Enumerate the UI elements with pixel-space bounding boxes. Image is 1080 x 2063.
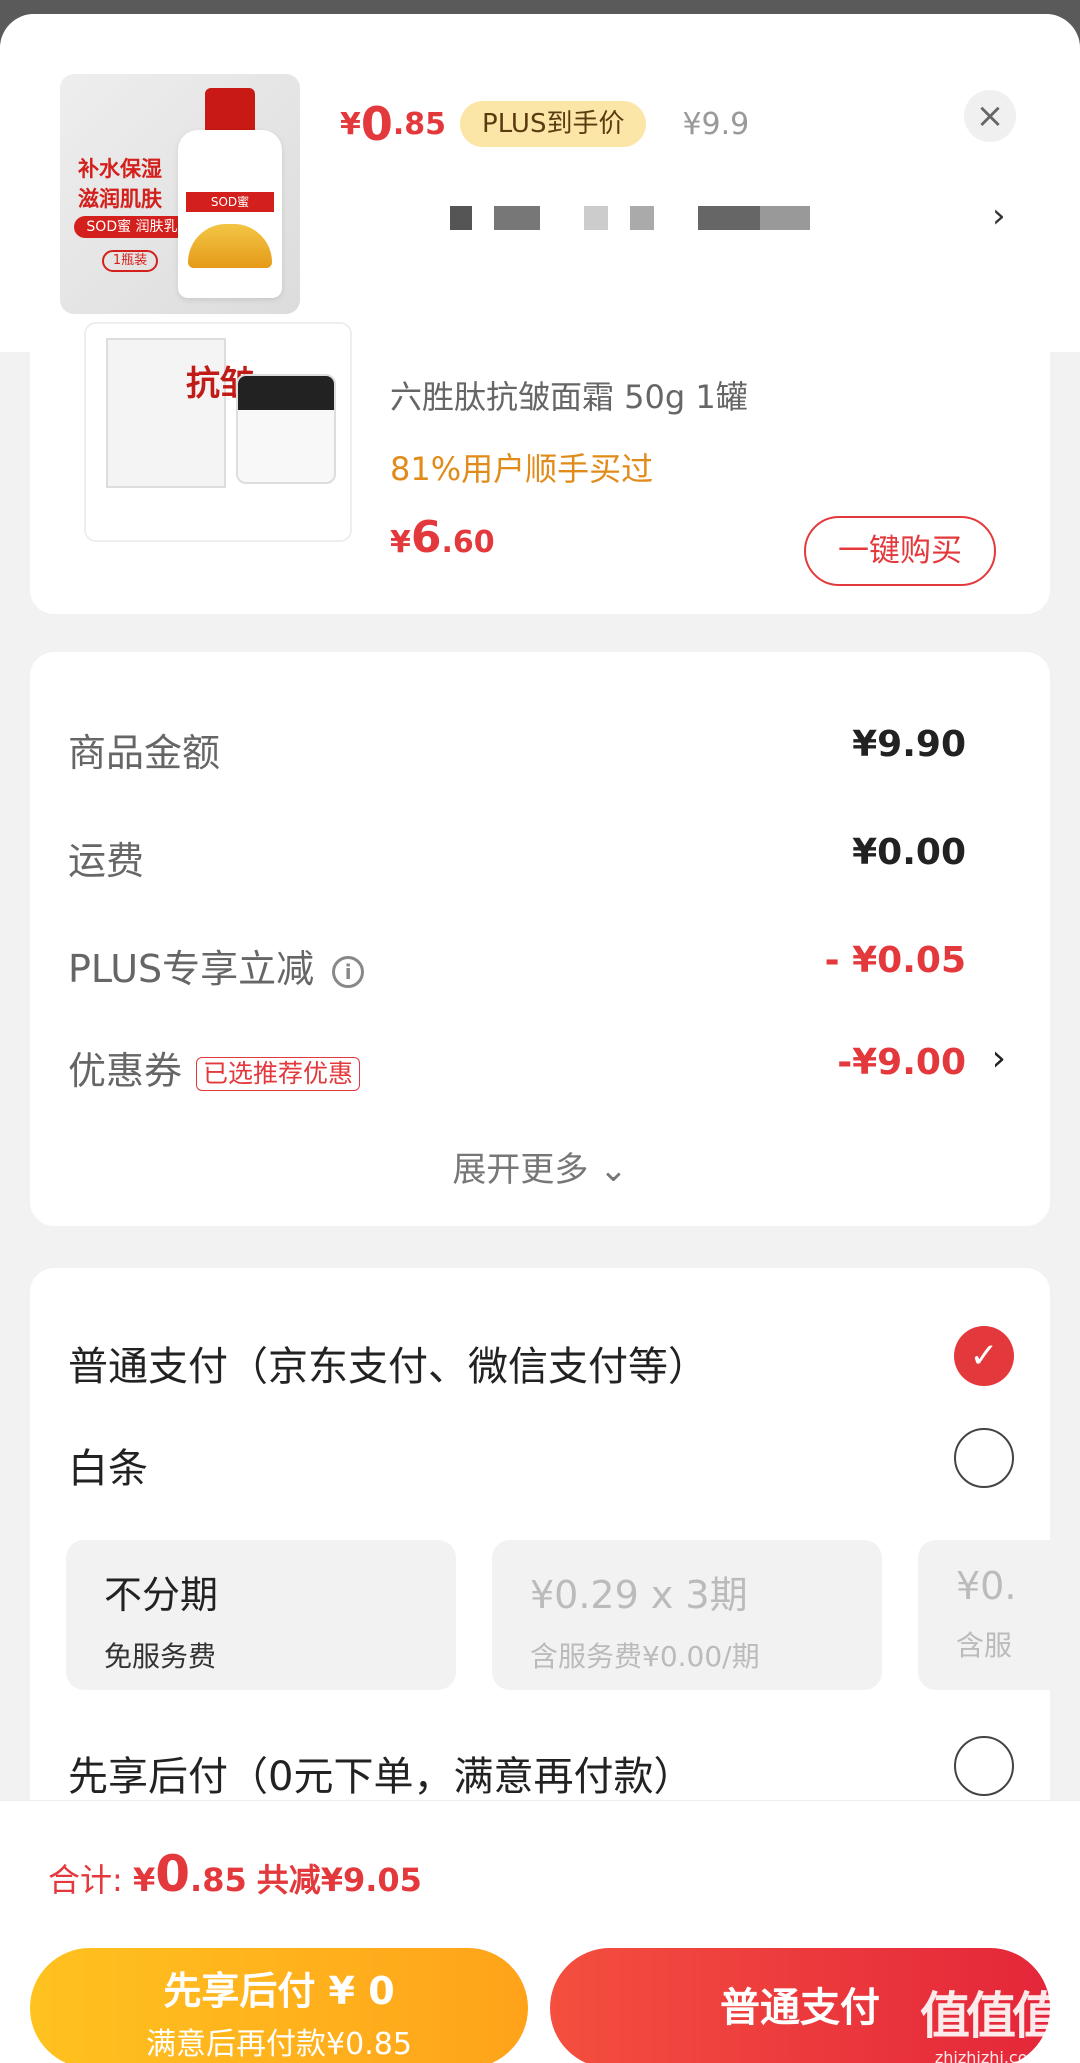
payment-method-card: 普通支付（京东支付、微信支付等） ✓ 白条 不分期 免服务费 ¥0.29 x 3… xyxy=(30,1268,1050,1808)
expand-more-button[interactable]: 展开更多 ⌄ xyxy=(30,1142,1050,1191)
cream-jar xyxy=(236,374,336,484)
product-header: 补水保湿 滋润肌肤 SOD蜜 润肤乳 1瓶装 SOD蜜 ¥ 0 .85 PLUS… xyxy=(0,14,1080,352)
installment-main: 不分期 xyxy=(104,1573,219,1617)
watermark-url: zhizhizhi.com xyxy=(934,2048,1044,2063)
recommend-price-currency: ¥ xyxy=(390,525,411,560)
total-label: 合计: xyxy=(48,1861,133,1899)
pay-later-button[interactable]: 先享后付 ¥ 0 满意后再付款¥0.85 xyxy=(30,1948,528,2063)
pay-later-label: 先享后付（0元下单，满意再付款） xyxy=(68,1754,694,1800)
installment-sub: 含服务费¥0.00/期 xyxy=(530,1640,760,1673)
price-integer: 0 xyxy=(360,97,393,151)
order-total: 合计: ¥0.85 共减¥9.05 xyxy=(48,1845,422,1903)
total-decimal: .85 xyxy=(190,1861,247,1899)
plus-price-badge: PLUS到手价 xyxy=(460,101,647,147)
action-bar: 先享后付 ¥ 0 满意后再付款¥0.85 普通支付 xyxy=(0,1930,1080,2063)
product-box xyxy=(106,338,226,488)
installment-main: ¥0.29 x 3期 xyxy=(530,1573,748,1617)
radio-unchecked[interactable] xyxy=(954,1428,1014,1488)
order-summary-card: 商品金额 ¥9.90 运费 ¥0.00 PLUS专享立减 i - ¥0.05 优惠… xyxy=(30,652,1050,1226)
recommend-price-decimal: .60 xyxy=(441,525,495,560)
recommend-product-image[interactable]: 抗皱 xyxy=(84,322,352,542)
bottle-tag: SOD蜜 xyxy=(186,192,274,212)
summary-row-plus-discount: PLUS专享立减 i - ¥0.05 xyxy=(68,930,994,993)
summary-row-coupon[interactable]: 优惠券 已选推荐优惠 -¥9.00 › xyxy=(68,1032,1006,1095)
price-decimal: .85 xyxy=(392,106,447,142)
pay-later-button-title: 先享后付 ¥ 0 xyxy=(163,1969,395,2013)
payment-option-normal[interactable]: 普通支付（京东支付、微信支付等） ✓ xyxy=(68,1326,1014,1390)
recommend-stat: 81%用户顺手买过 xyxy=(390,450,654,488)
installment-sub: 含服 xyxy=(956,1629,1013,1662)
thumbnail-slogan: 补水保湿 滋润肌肤 xyxy=(78,157,162,211)
coupon-recommended-tag: 已选推荐优惠 xyxy=(196,1056,361,1091)
installment-option-3[interactable]: ¥0.29 x 3期 含服务费¥0.00/期 xyxy=(492,1540,882,1690)
recommend-price: ¥6.60 xyxy=(390,512,495,563)
goods-amount-label: 商品金额 xyxy=(68,731,221,775)
price-currency: ¥ xyxy=(340,106,361,142)
installment-option-partial[interactable]: ¥0. 含服 xyxy=(918,1540,1050,1690)
recommend-title: 六胜肽抗皱面霜 50g 1罐 xyxy=(390,378,748,416)
coupon-text: 优惠券 xyxy=(68,1049,183,1093)
watermark-logo: 值值值 xyxy=(920,1987,1062,2045)
shipping-label: 运费 xyxy=(68,839,145,883)
check-icon[interactable]: ✓ xyxy=(954,1326,1014,1386)
payment-option-pay-later[interactable]: 先享后付（0元下单，满意再付款） xyxy=(68,1736,1014,1800)
info-icon[interactable]: i xyxy=(332,955,365,988)
baitiao-label: 白条 xyxy=(68,1446,148,1492)
one-click-buy-button[interactable]: 一键购买 xyxy=(804,516,996,586)
installment-sub: 免服务费 xyxy=(104,1640,217,1673)
close-button[interactable]: × xyxy=(964,90,1016,142)
spec-selection-blurred[interactable] xyxy=(450,206,810,230)
shipping-value: ¥0.00 xyxy=(852,832,966,873)
total-saved: 共减¥9.05 xyxy=(256,1861,422,1899)
normal-payment-label: 普通支付（京东支付、微信支付等） xyxy=(68,1344,708,1390)
close-icon: × xyxy=(975,96,1005,136)
total-currency: ¥ xyxy=(132,1861,156,1899)
payment-option-baitiao[interactable]: 白条 xyxy=(68,1428,1014,1492)
chevron-right-icon[interactable]: › xyxy=(992,196,1006,236)
total-bar: 合计: ¥0.85 共减¥9.05 xyxy=(0,1800,1080,1930)
watermark: 值值值 zhizhizhi.com xyxy=(920,1976,1062,2063)
bottle xyxy=(178,130,282,298)
chevron-right-icon: › xyxy=(991,1038,1006,1079)
coupon-value: -¥9.00 xyxy=(837,1042,966,1083)
plus-discount-label: PLUS专享立减 i xyxy=(68,938,365,993)
header-price-row: ¥ 0 .85 PLUS到手价 ¥9.9 xyxy=(340,94,749,154)
summary-row-goods: 商品金额 ¥9.90 xyxy=(68,714,994,775)
original-price: ¥9.9 xyxy=(682,106,750,142)
product-thumbnail: 补水保湿 滋润肌肤 SOD蜜 润肤乳 1瓶装 SOD蜜 xyxy=(60,74,300,314)
plus-discount-value: - ¥0.05 xyxy=(824,940,966,981)
radio-unchecked[interactable] xyxy=(954,1736,1014,1796)
coupon-label: 优惠券 已选推荐优惠 xyxy=(68,1040,361,1095)
recommend-price-integer: 6 xyxy=(410,512,442,563)
installment-option-none[interactable]: 不分期 免服务费 xyxy=(66,1540,456,1690)
thumbnail-subtitle: SOD蜜 润肤乳 xyxy=(74,216,190,238)
recommend-card: 抗皱 六胜肽抗皱面霜 50g 1罐 81%用户顺手买过 ¥6.60 一键购买 xyxy=(30,322,1050,614)
installment-main: ¥0. xyxy=(956,1564,1017,1608)
checkout-sheet: 补水保湿 滋润肌肤 SOD蜜 润肤乳 1瓶装 SOD蜜 ¥ 0 .85 PLUS… xyxy=(0,14,1080,2063)
plus-discount-text: PLUS专享立减 xyxy=(68,947,315,991)
total-integer: 0 xyxy=(155,1845,191,1903)
thumbnail-pack: 1瓶装 xyxy=(102,250,158,272)
pay-later-button-subtitle: 满意后再付款¥0.85 xyxy=(146,2027,412,2062)
goods-amount-value: ¥9.90 xyxy=(852,724,966,765)
summary-row-shipping: 运费 ¥0.00 xyxy=(68,822,994,883)
